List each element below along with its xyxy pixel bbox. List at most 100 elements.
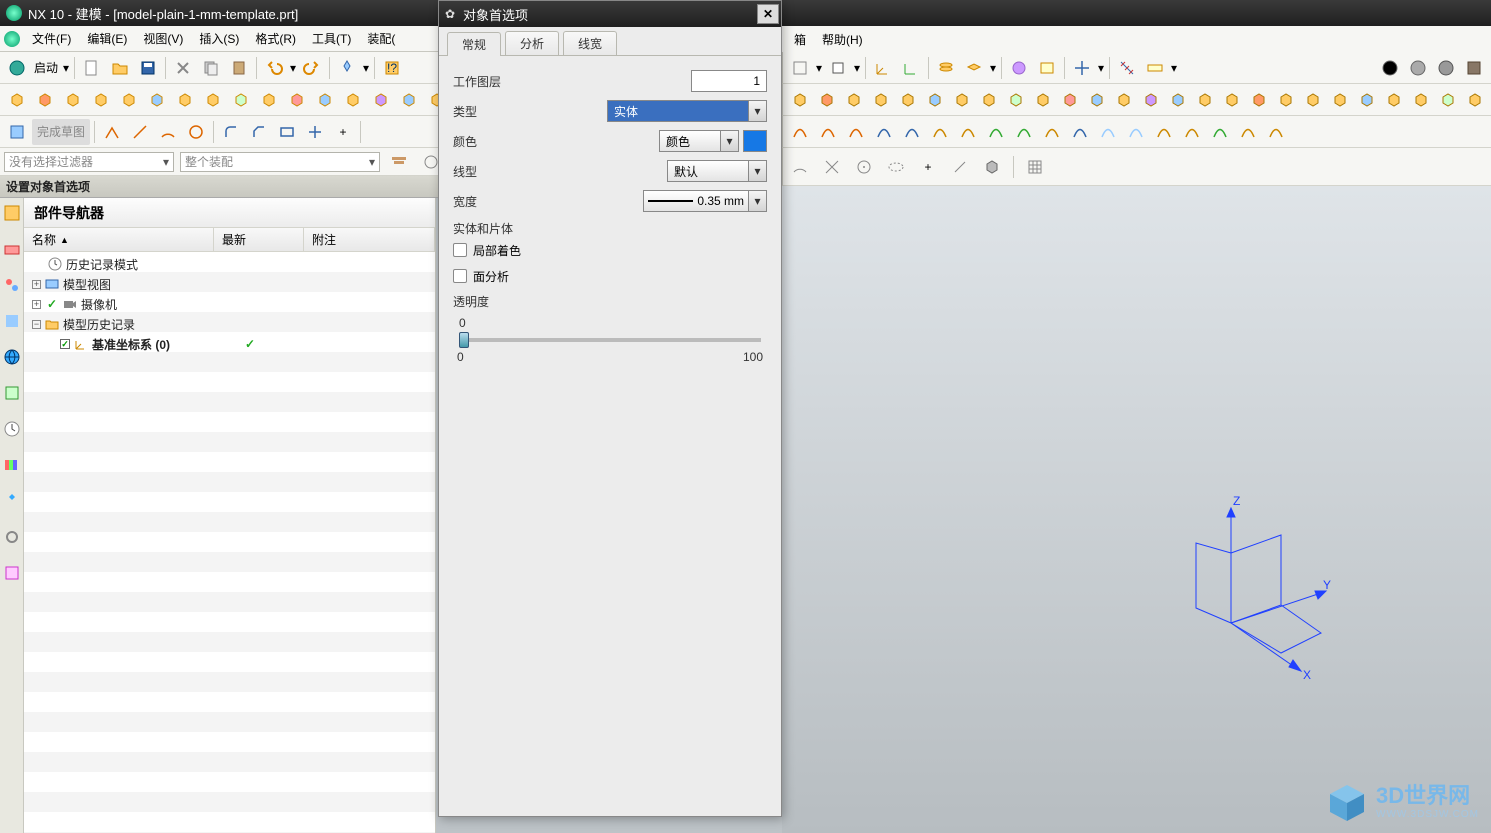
menu-edit[interactable]: 编辑(E) <box>79 28 135 49</box>
ellipse-icon[interactable] <box>883 154 909 180</box>
curve-icon[interactable] <box>1011 119 1037 145</box>
wcs-dynamic-icon[interactable] <box>898 55 924 81</box>
curve-icon[interactable] <box>899 119 925 145</box>
open-button[interactable] <box>107 55 133 81</box>
curve-icon[interactable] <box>927 119 953 145</box>
col-name[interactable]: 名称 ▲ <box>24 228 214 251</box>
feature-icon[interactable] <box>340 87 366 113</box>
feature-icon[interactable] <box>1435 87 1460 113</box>
feature-icon[interactable] <box>841 87 866 113</box>
layer-settings-icon[interactable] <box>961 55 987 81</box>
col-latest[interactable]: 最新 <box>214 228 304 251</box>
feature-icon[interactable] <box>1381 87 1406 113</box>
feature-icon[interactable] <box>116 87 142 113</box>
chamfer-button[interactable] <box>246 119 272 145</box>
expand-icon[interactable]: + <box>32 300 41 309</box>
reuse-library-icon[interactable] <box>3 312 21 330</box>
feature-icon[interactable] <box>200 87 226 113</box>
feature-icon[interactable] <box>976 87 1001 113</box>
graphics-viewport[interactable]: Z Y X 3D世界网 WWW.3DSJW.COM <box>782 186 1491 833</box>
curve-icon[interactable] <box>1263 119 1289 145</box>
curve-icon[interactable] <box>955 119 981 145</box>
menu-assembly[interactable]: 装配( <box>359 28 403 49</box>
command-finder-button[interactable]: !? <box>379 55 405 81</box>
part-navigator-icon[interactable] <box>3 204 21 222</box>
local-shading-checkbox[interactable]: 局部着色 <box>453 237 767 263</box>
curve-icon[interactable] <box>1151 119 1177 145</box>
curve-icon[interactable] <box>843 119 869 145</box>
constraint-navigator-icon[interactable] <box>3 276 21 294</box>
feature-icon[interactable] <box>868 87 893 113</box>
linetype-dropdown[interactable]: 默认 ▾ <box>667 160 767 182</box>
color-swatch[interactable] <box>743 130 767 152</box>
feature-icon[interactable] <box>256 87 282 113</box>
circle-button[interactable] <box>183 119 209 145</box>
cross-icon[interactable]: + <box>915 154 941 180</box>
feature-icon[interactable] <box>1246 87 1271 113</box>
curve-icon[interactable] <box>1095 119 1121 145</box>
copy-button[interactable] <box>198 55 224 81</box>
feature-icon[interactable] <box>1084 87 1109 113</box>
new-button[interactable] <box>79 55 105 81</box>
feature-icon[interactable] <box>949 87 974 113</box>
view-ops-icon[interactable] <box>787 55 813 81</box>
feature-icon[interactable] <box>1030 87 1055 113</box>
feature-icon[interactable] <box>1111 87 1136 113</box>
menu-view[interactable]: 视图(V) <box>135 28 191 49</box>
feature-icon[interactable] <box>787 87 812 113</box>
feature-icon[interactable] <box>1165 87 1190 113</box>
trim-button[interactable] <box>302 119 328 145</box>
type-dropdown[interactable]: 实体 ▾ <box>607 100 767 122</box>
face-analysis-checkbox[interactable]: 面分析 <box>453 263 767 289</box>
box-icon[interactable] <box>825 55 851 81</box>
sketch-button[interactable] <box>4 119 30 145</box>
feature-icon[interactable] <box>368 87 394 113</box>
feature-icon[interactable] <box>284 87 310 113</box>
expression-icon[interactable] <box>1034 55 1060 81</box>
close-icon[interactable]: ✕ <box>757 4 779 24</box>
arc-button[interactable] <box>155 119 181 145</box>
feature-icon[interactable] <box>1219 87 1244 113</box>
roles-icon[interactable] <box>3 492 21 510</box>
width-dropdown[interactable]: 0.35 mm ▾ <box>643 190 767 212</box>
slider-track[interactable] <box>459 338 761 342</box>
profile-button[interactable] <box>99 119 125 145</box>
visual-report-icon[interactable] <box>3 564 21 582</box>
fillet-button[interactable] <box>218 119 244 145</box>
tree-row-datum-csys[interactable]: ✓ 基准坐标系 (0) ✓ <box>24 334 435 354</box>
tree-row-model-views[interactable]: + 模型视图 <box>24 274 435 294</box>
gc-toolkit-icon[interactable] <box>1006 55 1032 81</box>
feature-icon[interactable] <box>32 87 58 113</box>
feature-icon[interactable] <box>144 87 170 113</box>
tree-row-history-mode[interactable]: 历史记录模式 <box>24 254 435 274</box>
feature-icon[interactable] <box>1408 87 1433 113</box>
launch-button[interactable] <box>4 55 30 81</box>
collapse-icon[interactable]: − <box>32 320 41 329</box>
curve-icon[interactable] <box>1123 119 1149 145</box>
line-button[interactable] <box>127 119 153 145</box>
expand-icon[interactable]: + <box>32 280 41 289</box>
feature-icon[interactable] <box>88 87 114 113</box>
feature-icon[interactable] <box>172 87 198 113</box>
curve-icon[interactable] <box>1039 119 1065 145</box>
work-layer-input[interactable] <box>691 70 767 92</box>
assembly-navigator-icon[interactable] <box>3 240 21 258</box>
system-icon[interactable] <box>3 528 21 546</box>
cut-button[interactable] <box>170 55 196 81</box>
curve-icon[interactable] <box>1179 119 1205 145</box>
slider-thumb[interactable] <box>459 332 469 348</box>
tab-analysis[interactable]: 分析 <box>505 31 559 55</box>
filter-icon-1[interactable] <box>386 149 412 175</box>
feature-icon[interactable] <box>1300 87 1325 113</box>
transparency-slider[interactable]: 0 0 100 <box>453 316 767 364</box>
rectangle-button[interactable] <box>274 119 300 145</box>
curve-icon[interactable] <box>983 119 1009 145</box>
curve-icon[interactable] <box>787 119 813 145</box>
feature-icon[interactable] <box>1003 87 1028 113</box>
feature-icon[interactable] <box>1192 87 1217 113</box>
tree-row-cameras[interactable]: + ✓ 摄像机 <box>24 294 435 314</box>
col-note[interactable]: 附注 <box>304 228 435 251</box>
finish-sketch-button[interactable]: 完成草图 <box>32 119 90 145</box>
menu-file[interactable]: 文件(F) <box>24 28 79 49</box>
layer-icon[interactable] <box>933 55 959 81</box>
